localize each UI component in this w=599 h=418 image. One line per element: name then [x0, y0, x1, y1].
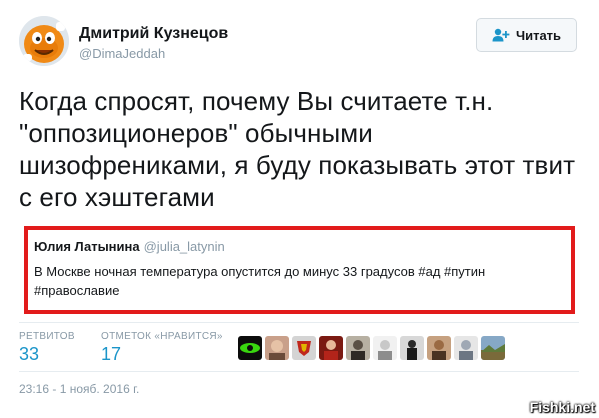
dark-figure-avatar-icon[interactable]: [400, 336, 424, 360]
coat-of-arms-avatar-icon[interactable]: [292, 336, 316, 360]
divider: [19, 322, 579, 323]
quoted-tweet-header: Юлия Латынина @julia_latynin: [34, 238, 565, 256]
author-name[interactable]: Дмитрий Кузнецов: [79, 25, 228, 43]
likes-label[interactable]: ОТМЕТОК «НРАВИТСЯ»: [101, 331, 223, 342]
retweets-count[interactable]: 33: [19, 344, 39, 365]
person-avatar-icon[interactable]: [265, 336, 289, 360]
landscape-avatar-icon[interactable]: [481, 336, 505, 360]
likes-count[interactable]: 17: [101, 344, 121, 365]
tweet-timestamp[interactable]: 23:16 - 1 нояб. 2016 г.: [19, 382, 139, 396]
person-avatar-icon[interactable]: [373, 336, 397, 360]
author-avatar[interactable]: [19, 16, 69, 66]
watermark: Fishki.net: [529, 399, 595, 415]
tweet-text: Когда спросят, почему Вы считаете т.н. "…: [19, 86, 576, 212]
quoted-tweet[interactable]: Юлия Латынина @julia_latynin В Москве ноч…: [24, 226, 575, 314]
person-avatar-icon[interactable]: [427, 336, 451, 360]
follow-button-label: Читать: [515, 27, 562, 43]
quoted-author-handle: @julia_latynin: [143, 239, 225, 254]
person-avatar-icon[interactable]: [346, 336, 370, 360]
red-figure-avatar-icon[interactable]: [319, 336, 343, 360]
person-avatar-icon[interactable]: [454, 336, 478, 360]
retweets-label[interactable]: РЕТВИТОВ: [19, 331, 75, 342]
quoted-tweet-text: В Москве ночная температура опустится до…: [34, 264, 486, 298]
follow-button[interactable]: Читать: [476, 18, 577, 52]
add-user-icon: [492, 28, 510, 42]
divider: [19, 371, 579, 372]
mm-character-icon: [19, 16, 69, 66]
author-handle[interactable]: @DimaJeddah: [79, 46, 165, 61]
green-eye-avatar-icon[interactable]: [238, 336, 262, 360]
likers-list: [238, 330, 505, 366]
quoted-author-name: Юлия Латынина: [34, 239, 140, 254]
